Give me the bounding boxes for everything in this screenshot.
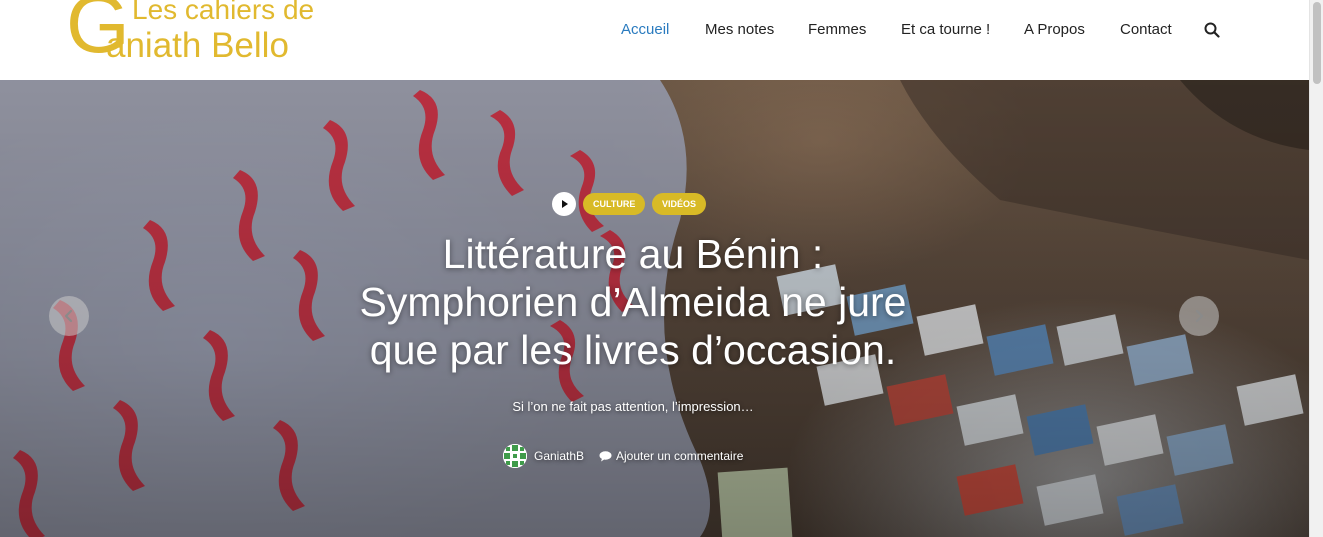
scrollbar-thumb[interactable] (1313, 2, 1321, 84)
nav-item-femmes[interactable]: Femmes (808, 20, 866, 40)
post-title[interactable]: Littérature au Bénin : Symphorien d’Alme… (300, 230, 966, 374)
nav-item-mes-notes[interactable]: Mes notes (705, 20, 774, 40)
post-title-line-3: que par les livres d’occasion. (369, 327, 897, 373)
main-nav: Accueil Mes notes Femmes Et ca tourne ! … (0, 0, 1309, 60)
author-link[interactable]: GaniathB (534, 447, 584, 465)
nav-item-contact[interactable]: Contact (1120, 20, 1172, 40)
chevron-left-icon (64, 309, 73, 323)
nav-item-a-propos[interactable]: A Propos (1024, 20, 1085, 40)
site-header: G Les cahiers de aniath Bello Accueil Me… (0, 0, 1309, 80)
page-scrollbar[interactable] (1309, 0, 1323, 537)
post-excerpt: Si l’on ne fait pas attention, l’impress… (512, 399, 754, 414)
post-title-line-1: Littérature au Bénin : (442, 231, 824, 277)
post-title-line-2: Symphorien d’Almeida ne jure (359, 279, 907, 325)
search-icon[interactable] (1204, 22, 1220, 38)
nav-item-et-ca-tourne[interactable]: Et ca tourne ! (901, 20, 990, 40)
play-icon[interactable] (552, 192, 576, 216)
post-meta: GaniathB Ajouter un commentaire (503, 444, 803, 468)
nav-item-accueil[interactable]: Accueil (621, 20, 669, 40)
tag-videos[interactable]: Vidéos (652, 193, 707, 215)
featured-slider: Culture Vidéos Littérature au Bénin : Sy… (0, 80, 1309, 537)
slider-next-button[interactable] (1179, 296, 1219, 336)
add-comment-link[interactable]: Ajouter un commentaire (616, 447, 743, 465)
tag-culture[interactable]: Culture (583, 193, 646, 215)
comment-icon (599, 451, 612, 462)
author-avatar[interactable] (503, 444, 527, 468)
chevron-right-icon (1195, 309, 1204, 323)
slider-prev-button[interactable] (49, 296, 89, 336)
